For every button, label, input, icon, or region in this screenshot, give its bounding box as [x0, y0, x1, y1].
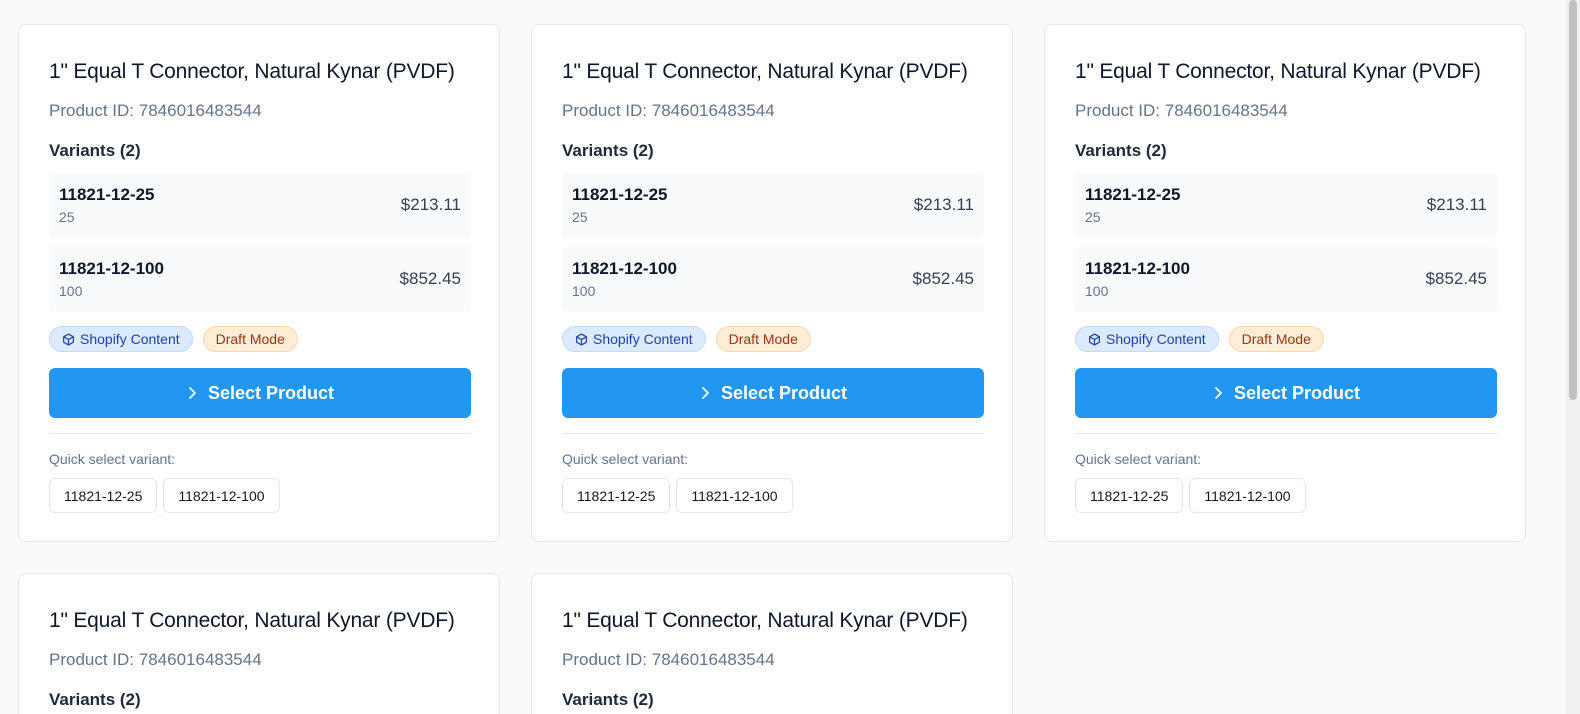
product-title: 1" Equal T Connector, Natural Kynar (PVD… — [49, 609, 455, 632]
package-icon — [1088, 332, 1101, 346]
variant-row: 11821-12-100 100 $852.45 — [49, 247, 471, 312]
product-card: 1" Equal T Connector, Natural Kynar (PVD… — [18, 573, 500, 714]
quick-select-label: Quick select variant: — [1075, 451, 1202, 467]
chevron-right-icon — [699, 386, 711, 400]
variant-row: 11821-12-25 25 $213.11 — [49, 173, 471, 238]
variant-sku: 11821-12-25 — [1085, 185, 1181, 204]
shopify-badge-label: Shopify Content — [1106, 331, 1206, 347]
chevron-right-icon — [1212, 386, 1224, 400]
variant-row: 11821-12-25 25 $213.11 — [1075, 173, 1497, 238]
product-id: Product ID: 7846016483544 — [1075, 101, 1288, 120]
shopify-content-badge: Shopify Content — [49, 326, 193, 352]
product-card: 1" Equal T Connector, Natural Kynar (PVD… — [531, 573, 1013, 714]
scrollbar-thumb[interactable] — [1569, 0, 1577, 400]
product-id: Product ID: 7846016483544 — [49, 101, 262, 120]
divider — [1075, 433, 1497, 434]
quick-select-label: Quick select variant: — [562, 451, 689, 467]
variant-title: 25 — [572, 209, 588, 225]
product-title: 1" Equal T Connector, Natural Kynar (PVD… — [562, 609, 968, 632]
package-icon — [62, 332, 75, 346]
divider — [49, 433, 471, 434]
draft-mode-badge: Draft Mode — [715, 326, 811, 352]
badge-row: Shopify Content Draft Mode — [49, 326, 298, 352]
quick-select-variant-button[interactable]: 11821-12-100 — [1189, 478, 1306, 513]
product-id: Product ID: 7846016483544 — [562, 650, 775, 669]
divider — [562, 433, 984, 434]
select-product-button[interactable]: Select Product — [1075, 368, 1497, 418]
quick-select-label: Quick select variant: — [49, 451, 176, 467]
shopify-badge-label: Shopify Content — [80, 331, 180, 347]
variant-title: 100 — [572, 283, 596, 299]
variant-title: 25 — [1085, 209, 1101, 225]
chevron-right-icon — [186, 386, 198, 400]
shopify-content-badge: Shopify Content — [562, 326, 706, 352]
variant-price: $852.45 — [399, 269, 461, 288]
select-product-label: Select Product — [207, 382, 335, 403]
quick-select-variant-button[interactable]: 11821-12-25 — [562, 478, 671, 513]
select-product-button[interactable]: Select Product — [562, 368, 984, 418]
variant-price: $213.11 — [1426, 195, 1487, 214]
quick-select-variant-button[interactable]: 11821-12-100 — [163, 478, 280, 513]
variants-heading: Variants (2) — [1075, 141, 1167, 160]
variant-title: 25 — [59, 209, 75, 225]
badge-row: Shopify Content Draft Mode — [562, 326, 811, 352]
variant-price: $213.11 — [913, 195, 974, 214]
quick-select-row: 11821-12-25 11821-12-100 — [49, 478, 280, 513]
quick-select-variant-button[interactable]: 11821-12-25 — [49, 478, 158, 513]
select-product-label: Select Product — [720, 382, 848, 403]
variants-heading: Variants (2) — [562, 141, 654, 160]
variant-sku: 11821-12-25 — [572, 185, 668, 204]
product-title: 1" Equal T Connector, Natural Kynar (PVD… — [562, 60, 968, 83]
product-card: 1" Equal T Connector, Natural Kynar (PVD… — [531, 24, 1013, 542]
quick-select-variant-button[interactable]: 11821-12-100 — [676, 478, 793, 513]
variant-price: $852.45 — [1425, 269, 1487, 288]
quick-select-variant-button[interactable]: 11821-12-25 — [1075, 478, 1184, 513]
shopify-content-badge: Shopify Content — [1075, 326, 1219, 352]
variants-heading: Variants (2) — [49, 141, 141, 160]
product-id: Product ID: 7846016483544 — [49, 650, 262, 669]
variant-price: $852.45 — [912, 269, 974, 288]
product-card: 1" Equal T Connector, Natural Kynar (PVD… — [18, 24, 500, 542]
package-icon — [575, 332, 588, 346]
draft-mode-badge: Draft Mode — [202, 326, 298, 352]
variant-row: 11821-12-100 100 $852.45 — [1075, 247, 1497, 312]
select-product-label: Select Product — [1233, 382, 1361, 403]
shopify-badge-label: Shopify Content — [593, 331, 693, 347]
draft-mode-badge: Draft Mode — [1228, 326, 1324, 352]
variants-heading: Variants (2) — [562, 690, 654, 709]
select-product-button[interactable]: Select Product — [49, 368, 471, 418]
product-title: 1" Equal T Connector, Natural Kynar (PVD… — [49, 60, 455, 83]
variant-title: 100 — [1085, 283, 1109, 299]
variant-row: 11821-12-25 25 $213.11 — [562, 173, 984, 238]
variant-sku: 11821-12-100 — [572, 259, 677, 278]
variant-row: 11821-12-100 100 $852.45 — [562, 247, 984, 312]
variant-sku: 11821-12-25 — [59, 185, 155, 204]
product-title: 1" Equal T Connector, Natural Kynar (PVD… — [1075, 60, 1481, 83]
product-id: Product ID: 7846016483544 — [562, 101, 775, 120]
variant-sku: 11821-12-100 — [1085, 259, 1190, 278]
scrollbar[interactable] — [1566, 0, 1580, 714]
quick-select-row: 11821-12-25 11821-12-100 — [1075, 478, 1306, 513]
variant-title: 100 — [59, 283, 83, 299]
product-card: 1" Equal T Connector, Natural Kynar (PVD… — [1044, 24, 1526, 542]
quick-select-row: 11821-12-25 11821-12-100 — [562, 478, 793, 513]
variant-sku: 11821-12-100 — [59, 259, 164, 278]
badge-row: Shopify Content Draft Mode — [1075, 326, 1324, 352]
variant-price: $213.11 — [400, 195, 461, 214]
variants-heading: Variants (2) — [49, 690, 141, 709]
